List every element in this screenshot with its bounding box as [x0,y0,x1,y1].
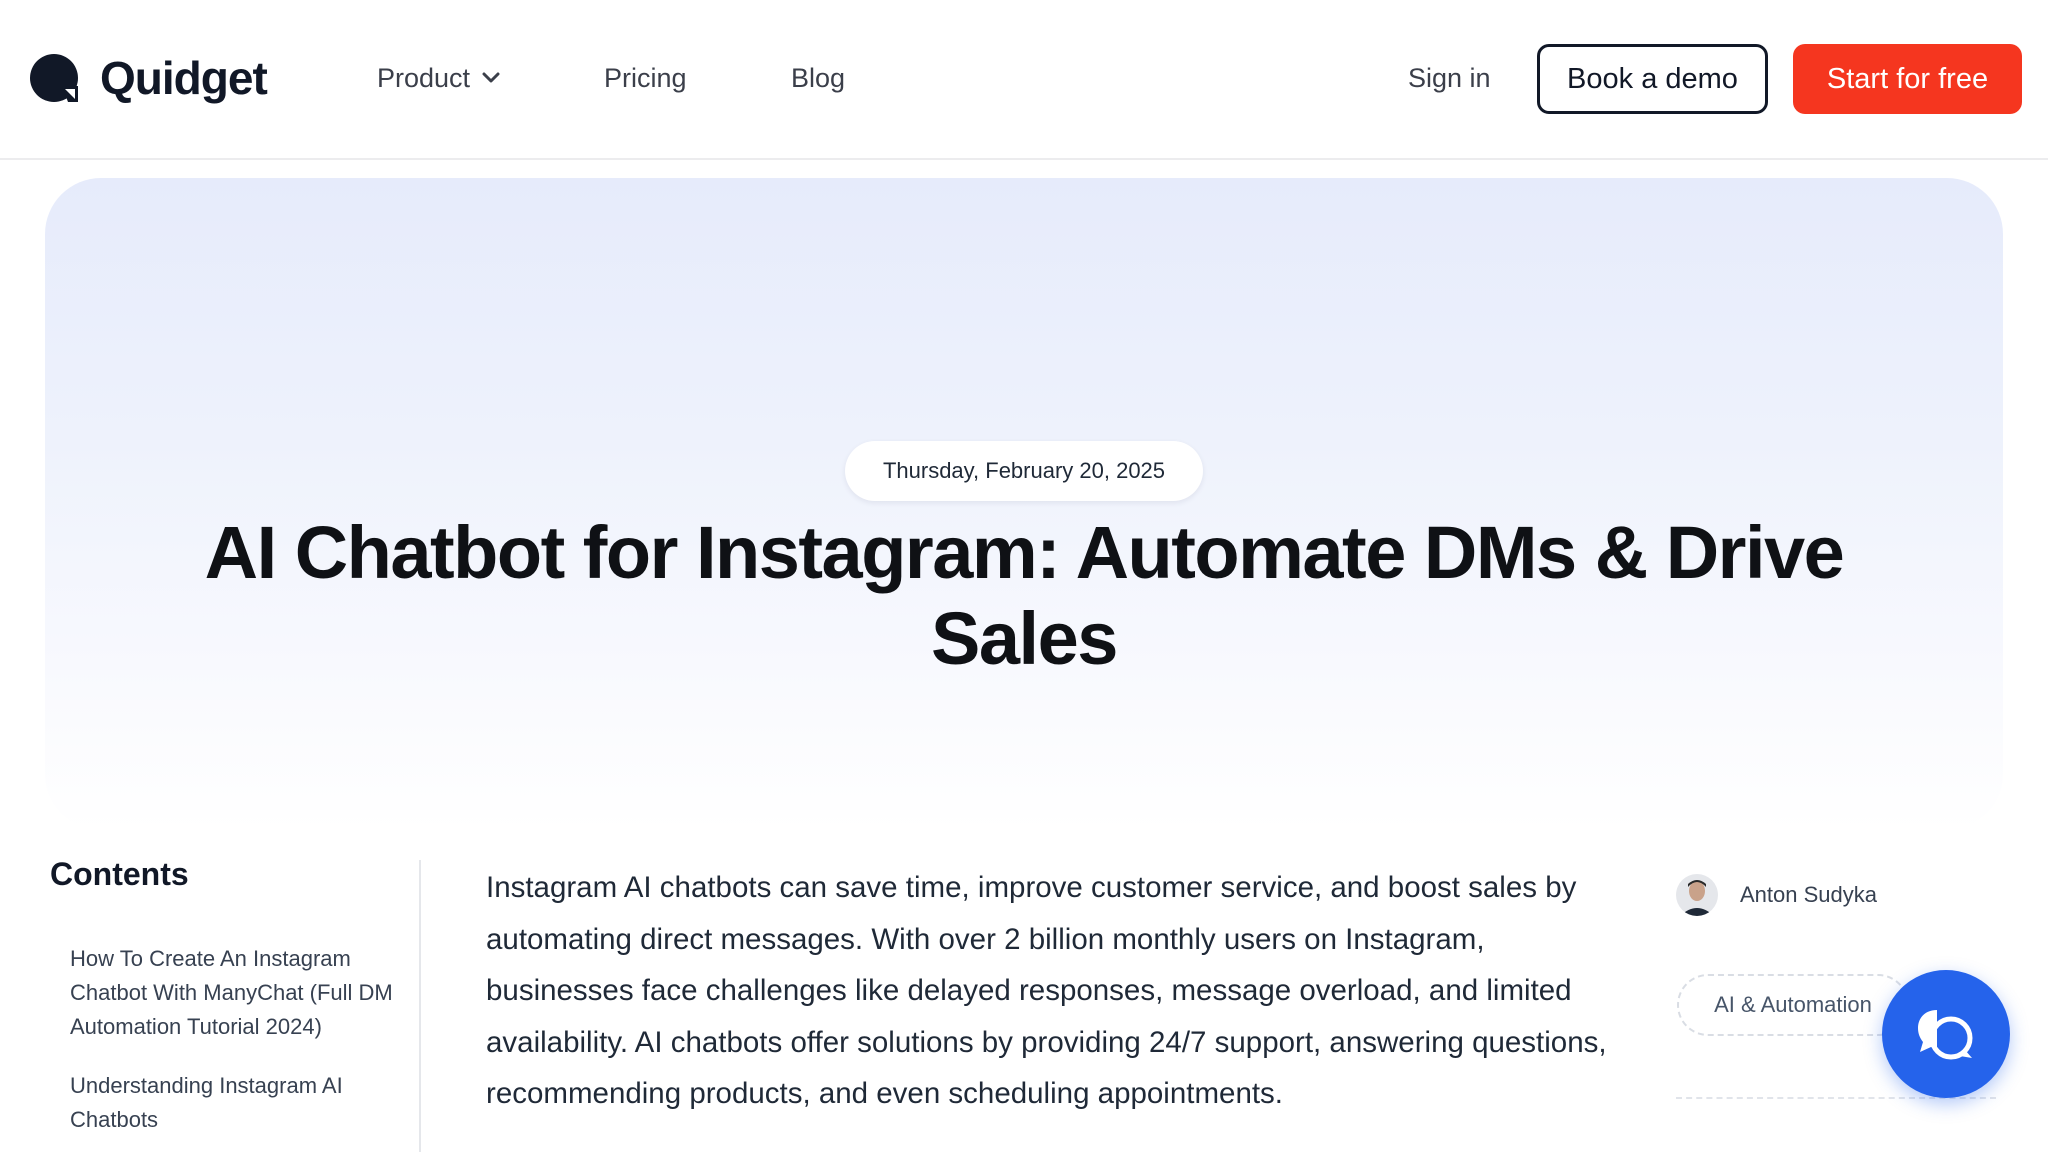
avatar [1676,874,1718,916]
nav-pricing[interactable]: Pricing [604,60,687,96]
toc-item[interactable]: How To Create An Instagram Chatbot With … [70,942,400,1044]
quidget-logo-icon [30,54,78,102]
nav-product-label: Product [377,63,471,93]
nav-product[interactable]: Product [377,60,500,96]
post-date: Thursday, February 20, 2025 [845,441,1203,501]
article-intro: Instagram AI chatbots can save time, imp… [486,871,1607,1110]
author-name: Anton Sudyka [1740,882,1877,907]
hero-banner [45,178,2003,830]
brand-name: Quidget [100,52,268,104]
nav-blog[interactable]: Blog [791,60,845,96]
chevron-down-icon [482,72,500,83]
sidebar-divider [419,860,421,1152]
author-byline[interactable]: Anton Sudyka [1676,874,1877,916]
sign-in-link[interactable]: Sign in [1408,60,1491,96]
start-free-button[interactable]: Start for free [1793,44,2022,114]
category-tag[interactable]: AI & Automation [1677,974,1909,1036]
site-header: Quidget Product Pricing Blog Sign in Boo… [0,0,2048,160]
book-demo-button[interactable]: Book a demo [1537,44,1768,114]
page-title: AI Chatbot for Instagram: Automate DMs &… [204,511,1845,680]
toc-item[interactable]: Understanding Instagram AI Chatbots [70,1069,400,1137]
chat-bubble-icon [1918,1010,1973,1060]
toc-title: Contents [50,856,189,892]
chat-widget-button[interactable] [1882,970,2010,1098]
brand-logo[interactable]: Quidget [28,52,268,104]
